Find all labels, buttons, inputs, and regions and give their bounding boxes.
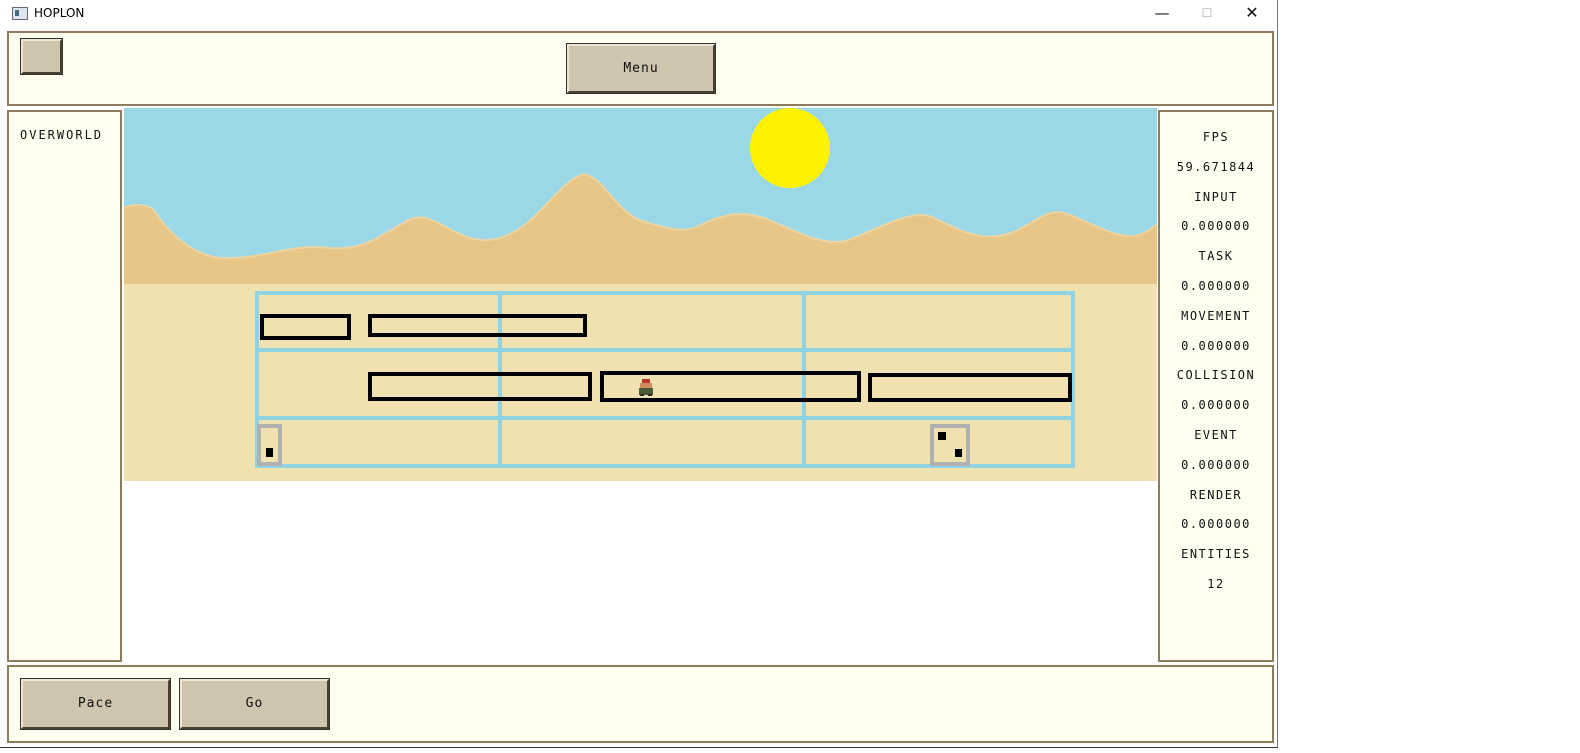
stat-value-render: 0.000000 xyxy=(1181,517,1251,532)
crate-marker xyxy=(266,448,273,457)
top-toolbar: Menu xyxy=(7,31,1274,106)
app-icon xyxy=(12,7,28,20)
minimize-icon[interactable]: — xyxy=(1139,0,1185,27)
stats-panel: FPS 59.671844 INPUT 0.000000 TASK 0.0000… xyxy=(1158,110,1274,662)
stat-label-movement: MOVEMENT xyxy=(1181,308,1251,323)
mode-label: OVERWORLD xyxy=(20,128,104,142)
go-button[interactable]: Go xyxy=(179,678,330,730)
window-title: HOPLON xyxy=(34,6,85,20)
stat-value-movement: 0.000000 xyxy=(1181,338,1251,353)
empty-area xyxy=(124,481,1157,662)
stat-value-entities: 12 xyxy=(1207,576,1225,591)
stat-label-event: EVENT xyxy=(1194,427,1238,442)
stat-value-input: 0.000000 xyxy=(1181,219,1251,234)
crate-marker xyxy=(955,449,962,457)
stat-label-collision: COLLISION xyxy=(1176,368,1256,383)
sprite-foot xyxy=(648,394,652,396)
stat-label-input: INPUT xyxy=(1194,189,1238,204)
bottom-action-bar: Pace Go xyxy=(7,665,1274,743)
stat-label-task: TASK xyxy=(1198,249,1234,264)
game-viewport[interactable] xyxy=(124,108,1157,481)
sprite-body xyxy=(639,388,653,395)
game-window: HOPLON — ☐ ✕ Menu OVERWORLD FPS 59.67184… xyxy=(0,0,1278,748)
stat-value-collision: 0.000000 xyxy=(1181,398,1251,413)
stat-label-fps: FPS xyxy=(1202,130,1230,144)
crate-marker xyxy=(938,432,946,440)
stat-value-event: 0.000000 xyxy=(1181,457,1251,472)
stat-label-entities: ENTITIES xyxy=(1181,547,1251,562)
scene-canvas xyxy=(124,108,1157,481)
maximize-icon[interactable]: ☐ xyxy=(1184,0,1230,27)
pace-button[interactable]: Pace xyxy=(20,678,171,730)
title-bar: HOPLON — ☐ ✕ xyxy=(0,0,1277,27)
sprite-foot xyxy=(640,394,644,396)
sun xyxy=(750,108,830,188)
menu-button[interactable]: Menu xyxy=(566,43,716,94)
stat-label-render: RENDER xyxy=(1189,487,1243,502)
stats-list: FPS 59.671844 INPUT 0.000000 TASK 0.0000… xyxy=(1160,126,1272,603)
left-sidebar: OVERWORLD xyxy=(7,110,122,662)
stat-value-fps: 59.671844 xyxy=(1176,159,1256,174)
small-square-button[interactable] xyxy=(20,38,63,75)
stat-value-task: 0.000000 xyxy=(1181,278,1251,293)
close-icon[interactable]: ✕ xyxy=(1229,0,1275,27)
